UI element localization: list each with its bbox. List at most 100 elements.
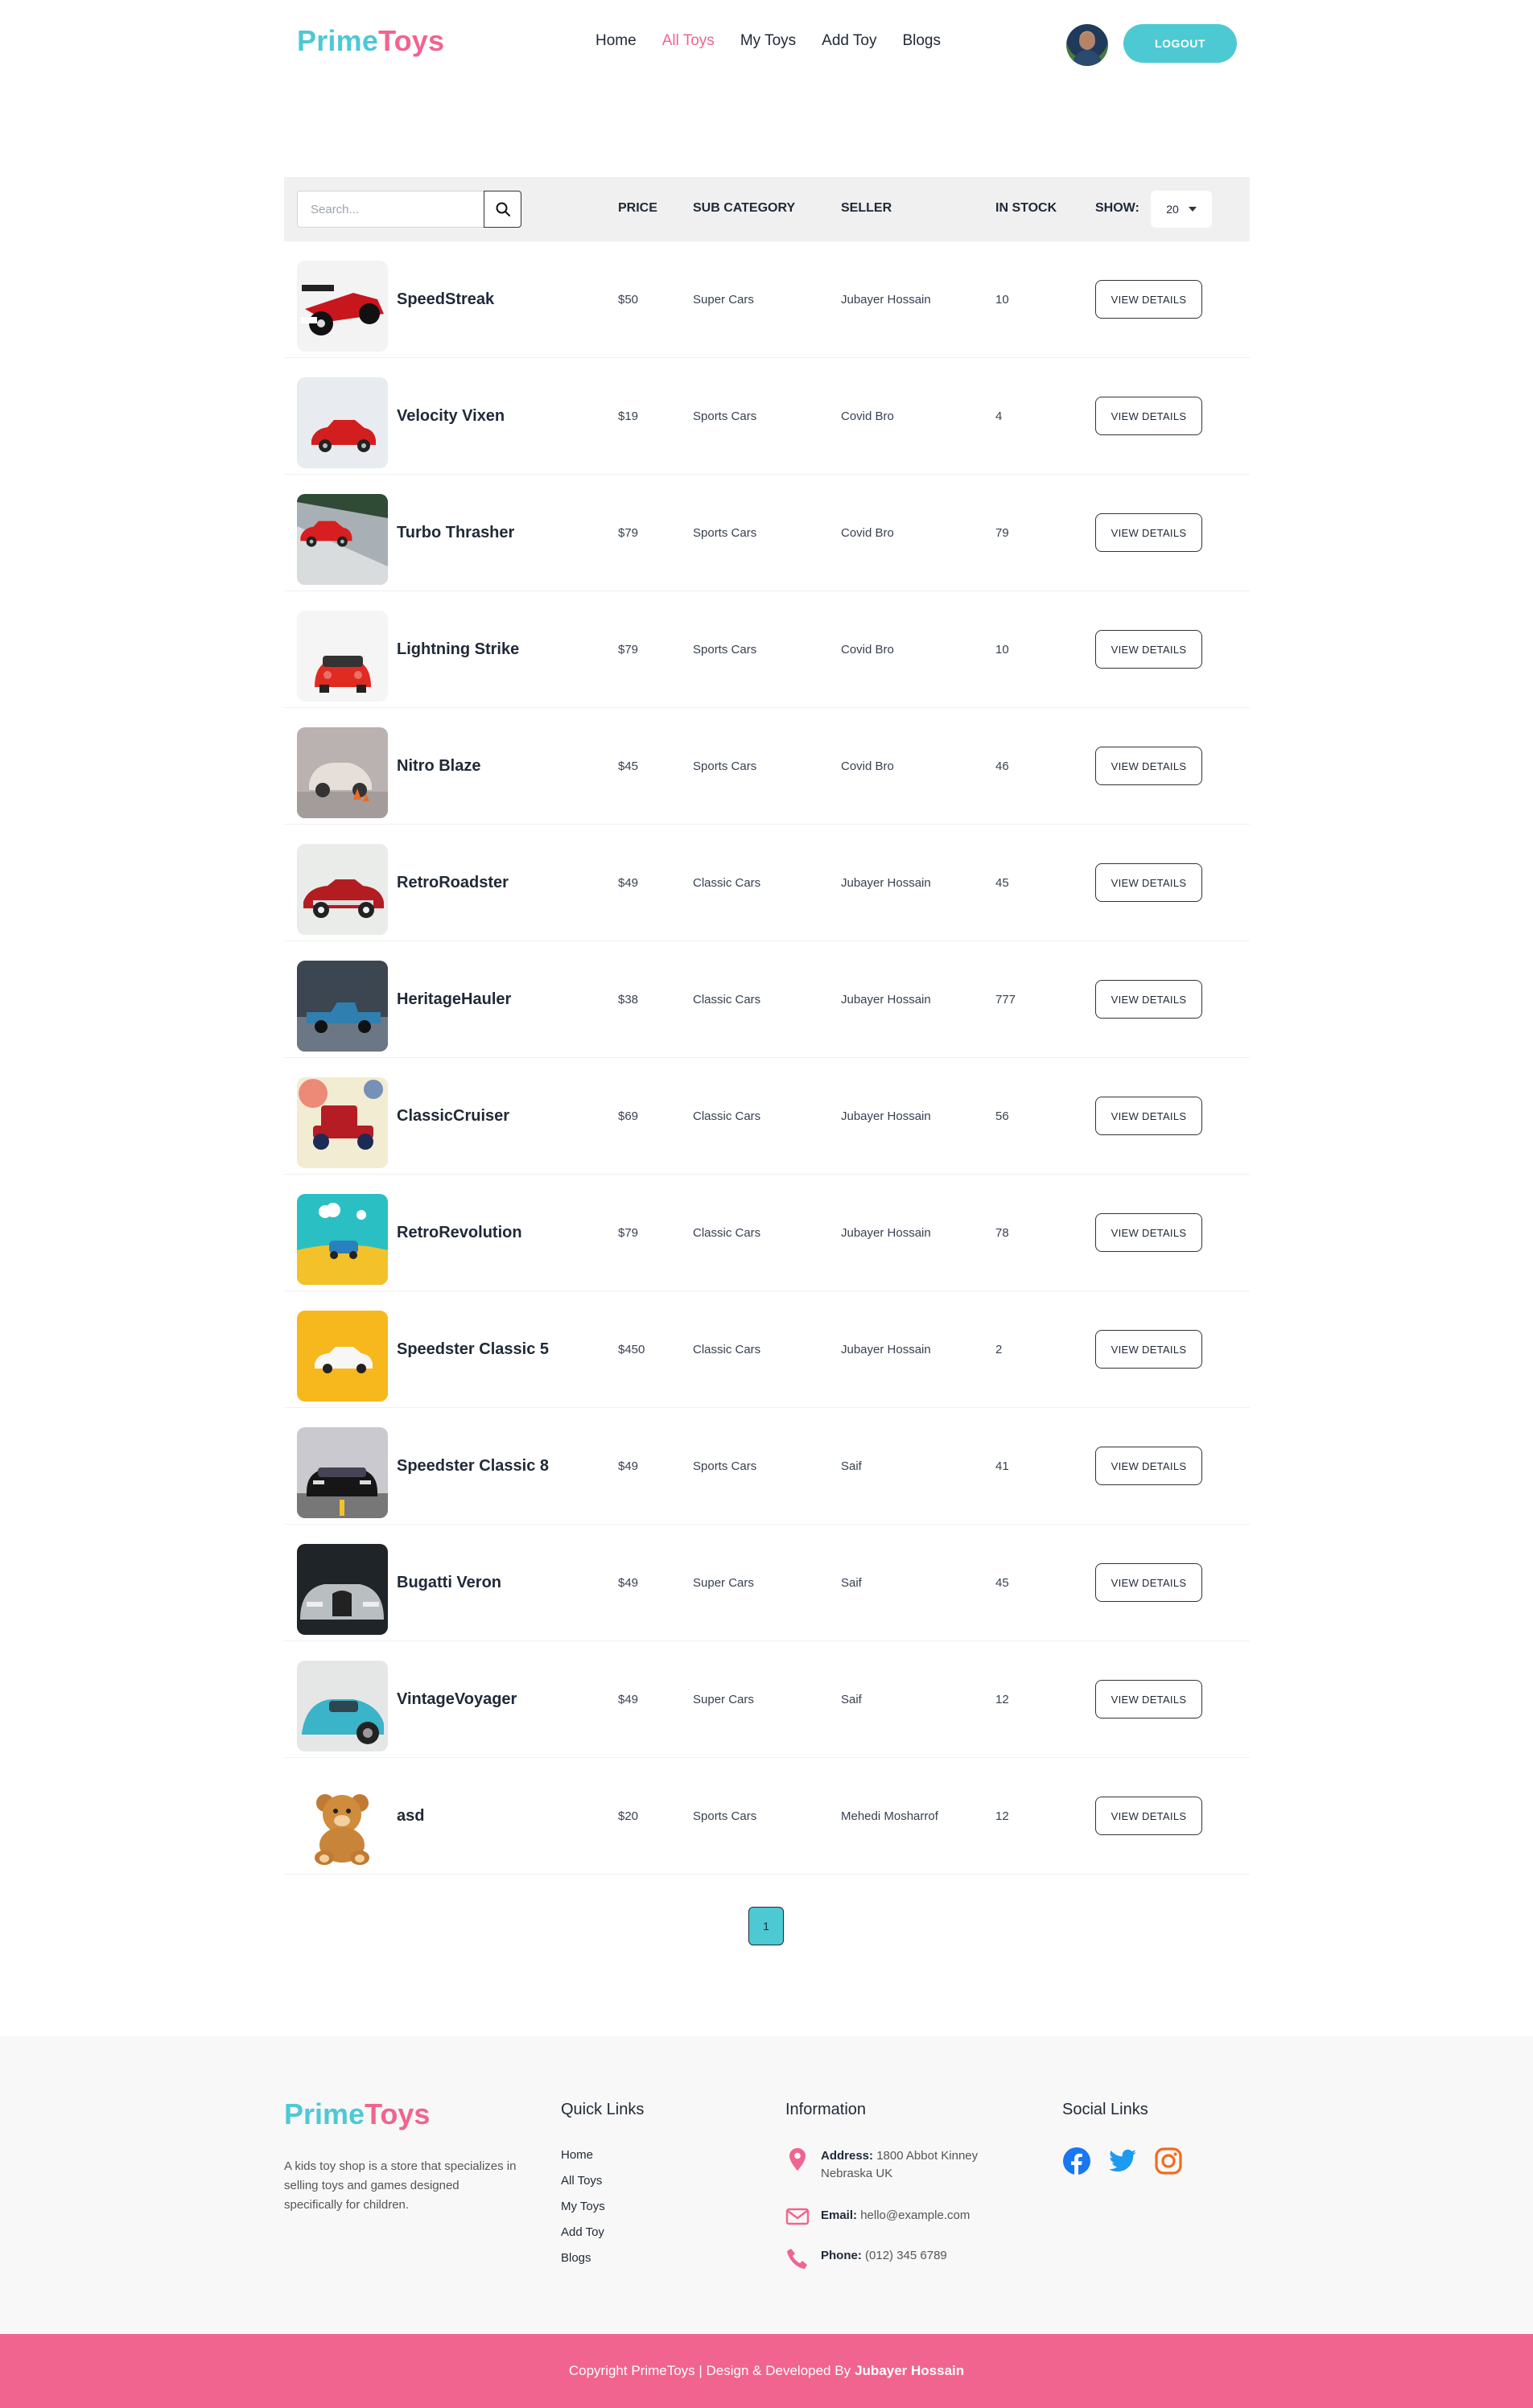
toy-seller: Saif — [841, 1693, 862, 1706]
table-row: Nitro Blaze $45 Sports Cars Covid Bro 46… — [284, 708, 1250, 825]
view-details-button[interactable]: VIEW DETAILS — [1095, 1213, 1202, 1252]
site-footer: PrimeToys A kids toy shop is a store tha… — [0, 2036, 1533, 2334]
view-details-button[interactable]: VIEW DETAILS — [1095, 1330, 1202, 1369]
table-row: ClassicCruiser $69 Classic Cars Jubayer … — [284, 1058, 1250, 1175]
search-button[interactable] — [484, 191, 521, 228]
logout-button[interactable]: LOGOUT — [1123, 24, 1237, 63]
toy-stock: 56 — [995, 1109, 1009, 1123]
view-details-button[interactable]: VIEW DETAILS — [1095, 747, 1202, 785]
toy-seller: Jubayer Hossain — [841, 1343, 931, 1356]
table-row: Bugatti Veron $49 Super Cars Saif 45 VIE… — [284, 1525, 1250, 1641]
table-row: Velocity Vixen $19 Sports Cars Covid Bro… — [284, 358, 1250, 475]
view-details-button[interactable]: VIEW DETAILS — [1095, 397, 1202, 435]
toy-stock: 45 — [995, 1576, 1009, 1590]
toy-sub-category: Sports Cars — [693, 1809, 757, 1823]
view-details-button[interactable]: VIEW DETAILS — [1095, 1680, 1202, 1719]
toy-name: HeritageHauler — [397, 990, 512, 1008]
toy-thumbnail — [297, 611, 388, 702]
toy-name: asd — [397, 1807, 425, 1825]
nav-blogs[interactable]: Blogs — [902, 32, 941, 50]
avatar-body-shape — [1073, 50, 1102, 66]
user-avatar[interactable] — [1066, 24, 1108, 66]
toy-seller: Jubayer Hossain — [841, 1226, 931, 1240]
twitter-icon[interactable] — [1107, 2147, 1138, 2175]
toy-name: Speedster Classic 5 — [397, 1340, 549, 1358]
toy-sub-category: Classic Cars — [693, 876, 761, 890]
chevron-down-icon — [1188, 207, 1197, 212]
table-row: HeritageHauler $38 Classic Cars Jubayer … — [284, 941, 1250, 1058]
toy-seller: Saif — [841, 1459, 862, 1473]
social-links-heading: Social Links — [1062, 2101, 1148, 2118]
toy-stock: 45 — [995, 876, 1009, 890]
view-details-button[interactable]: VIEW DETAILS — [1095, 1097, 1202, 1135]
nav-home[interactable]: Home — [595, 32, 637, 50]
logo-prime-text: Prime — [297, 24, 379, 57]
site-logo[interactable]: PrimeToys — [297, 24, 444, 58]
email-value[interactable]: hello@example.com — [860, 2208, 970, 2222]
toy-name: Bugatti Veron — [397, 1574, 502, 1591]
nav-my-toys[interactable]: My Toys — [740, 32, 796, 50]
toy-stock: 10 — [995, 293, 1009, 307]
toy-price: $20 — [618, 1809, 639, 1823]
show-label: SHOW: — [1095, 201, 1139, 215]
toy-thumbnail — [297, 1777, 388, 1868]
toy-stock: 777 — [995, 993, 1016, 1006]
toy-sub-category: Classic Cars — [693, 1109, 761, 1123]
toy-thumbnail — [297, 1077, 388, 1168]
toy-seller: Jubayer Hossain — [841, 1109, 931, 1123]
toy-thumbnail — [297, 1661, 388, 1751]
toy-price: $79 — [618, 526, 639, 540]
view-details-button[interactable]: VIEW DETAILS — [1095, 280, 1202, 319]
toy-price: $69 — [618, 1109, 639, 1123]
view-details-button[interactable]: VIEW DETAILS — [1095, 513, 1202, 552]
address-value: 1800 Abbot Kinney — [876, 2149, 979, 2163]
toy-sub-category: Super Cars — [693, 1576, 754, 1590]
toy-thumbnail — [297, 261, 388, 352]
show-count-select[interactable]: 20 — [1151, 191, 1212, 228]
footer-link-my-toys[interactable]: My Toys — [561, 2199, 605, 2214]
search-icon — [496, 202, 510, 216]
table-row: asd $20 Sports Cars Mehedi Mosharrof 12 … — [284, 1758, 1250, 1875]
toys-table-body: SpeedStreak $50 Super Cars Jubayer Hossa… — [284, 241, 1250, 1875]
search-input[interactable] — [297, 191, 484, 228]
nav-all-toys[interactable]: All Toys — [662, 32, 715, 50]
table-row: Turbo Thrasher $79 Sports Cars Covid Bro… — [284, 475, 1250, 591]
footer-link-blogs[interactable]: Blogs — [561, 2250, 605, 2266]
map-pin-icon — [789, 2148, 806, 2171]
view-details-button[interactable]: VIEW DETAILS — [1095, 980, 1202, 1019]
toy-thumbnail — [297, 844, 388, 935]
toy-seller: Covid Bro — [841, 526, 894, 540]
toy-seller: Jubayer Hossain — [841, 876, 931, 890]
table-row: SpeedStreak $50 Super Cars Jubayer Hossa… — [284, 241, 1250, 358]
toy-seller: Jubayer Hossain — [841, 293, 931, 307]
pagination-page-1[interactable]: 1 — [748, 1907, 784, 1945]
footer-link-home[interactable]: Home — [561, 2147, 605, 2163]
view-details-button[interactable]: VIEW DETAILS — [1095, 1797, 1202, 1835]
footer-logo[interactable]: PrimeToys — [284, 2097, 430, 2131]
footer-link-add-toy[interactable]: Add Toy — [561, 2225, 605, 2240]
column-header-sub-category: SUB CATEGORY — [693, 201, 796, 215]
toy-sub-category: Classic Cars — [693, 1343, 761, 1356]
toy-price: $79 — [618, 1226, 639, 1240]
view-details-button[interactable]: VIEW DETAILS — [1095, 1447, 1202, 1485]
toy-name: VintageVoyager — [397, 1690, 517, 1708]
avatar-face-shape — [1079, 32, 1095, 50]
view-details-button[interactable]: VIEW DETAILS — [1095, 630, 1202, 669]
copyright-author: Jubayer Hossain — [855, 2363, 965, 2378]
view-details-button[interactable]: VIEW DETAILS — [1095, 1563, 1202, 1602]
toy-stock: 12 — [995, 1809, 1009, 1823]
nav-add-toy[interactable]: Add Toy — [822, 32, 876, 50]
footer-link-all-toys[interactable]: All Toys — [561, 2173, 605, 2188]
view-details-button[interactable]: VIEW DETAILS — [1095, 863, 1202, 902]
social-links — [1062, 2147, 1183, 2175]
toy-name: Turbo Thrasher — [397, 524, 515, 541]
footer-about-text: A kids toy shop is a store that speciali… — [284, 2159, 517, 2212]
toy-price: $49 — [618, 1576, 639, 1590]
copyright-bar: Copyright PrimeToys | Design & Developed… — [0, 2334, 1533, 2408]
info-phone: Phone: (012) 345 6789 — [785, 2247, 947, 2271]
facebook-icon[interactable] — [1062, 2147, 1091, 2175]
table-row: RetroRevolution $79 Classic Cars Jubayer… — [284, 1175, 1250, 1291]
phone-value[interactable]: (012) 345 6789 — [865, 2249, 947, 2262]
info-address: Address: 1800 Abbot Kinney Nebraska UK — [785, 2147, 978, 2183]
instagram-icon[interactable] — [1154, 2147, 1183, 2175]
